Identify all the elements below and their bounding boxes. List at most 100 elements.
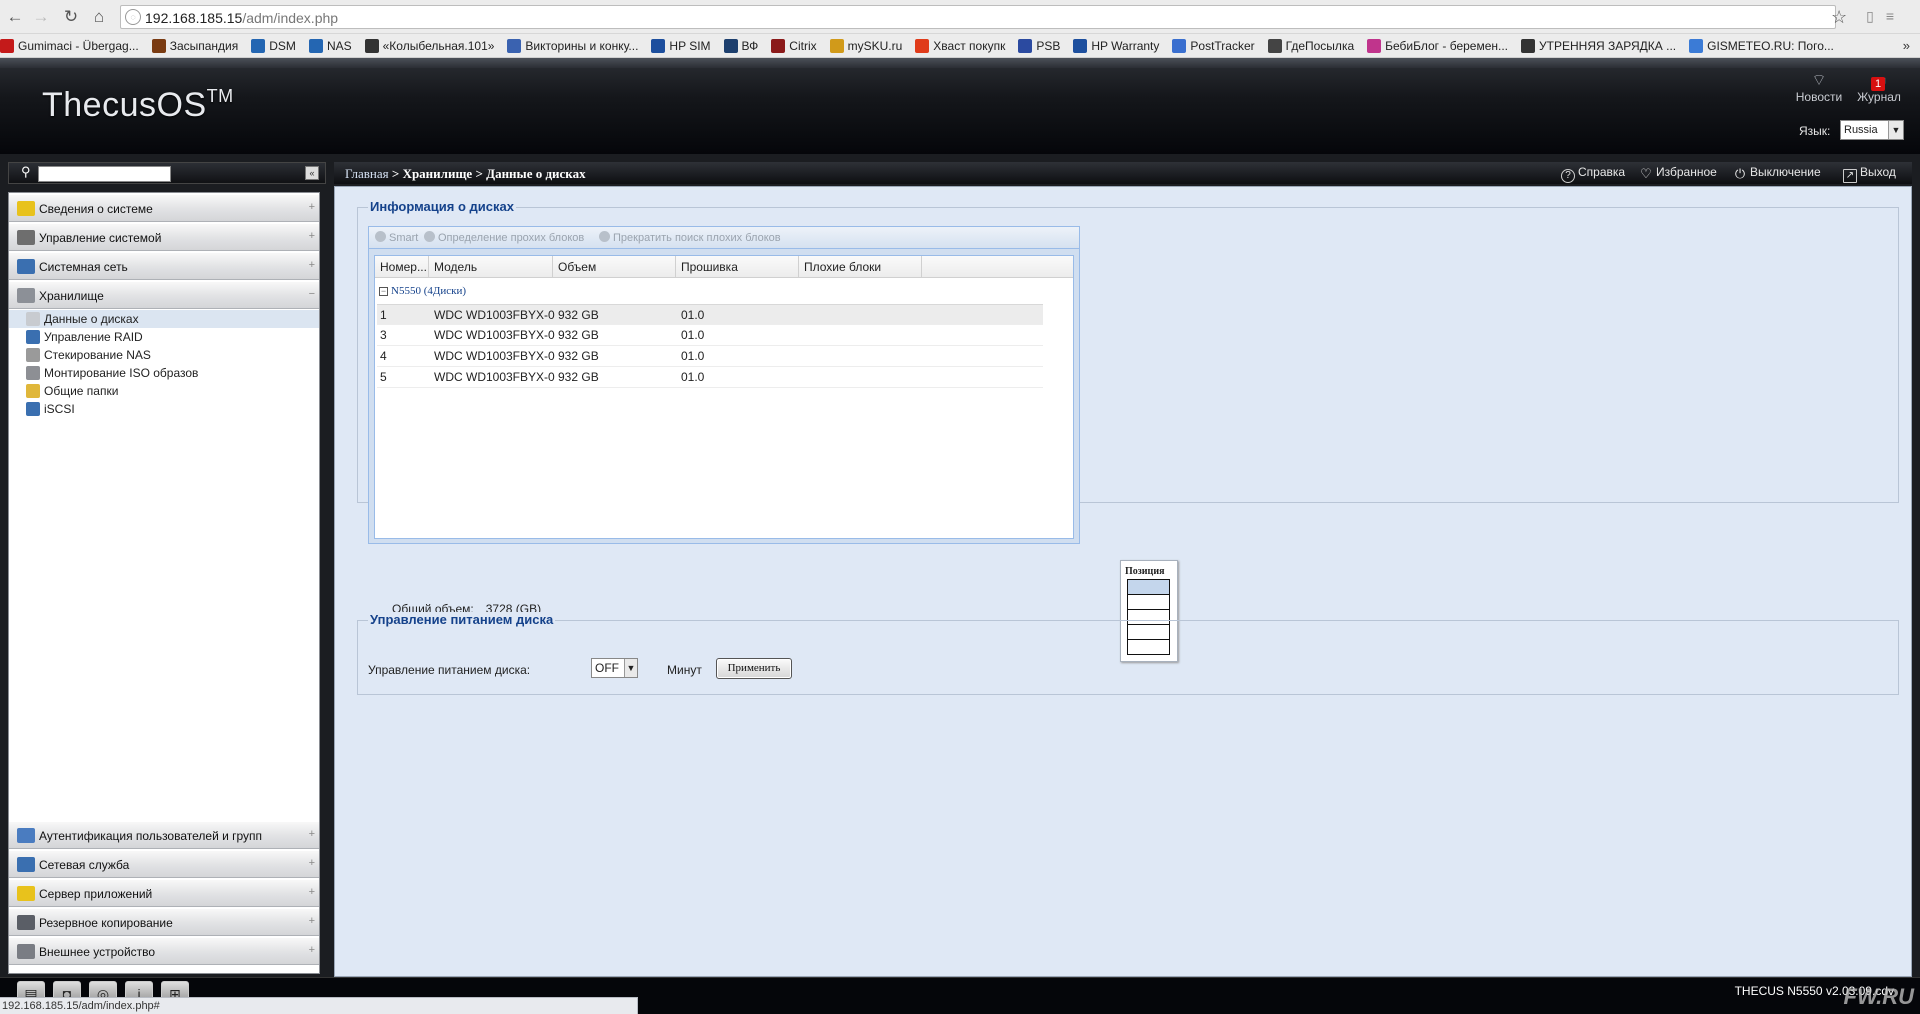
disk-cell-num: 1 [380, 308, 387, 322]
menu-category[interactable]: Управление системой + [9, 223, 319, 251]
disk-row[interactable]: 1 WDC WD1003FBYX-0 932 GB 01.0 [377, 304, 1043, 325]
bookmark-item[interactable]: mySKU.ru [829, 34, 902, 57]
power-mode-select[interactable]: OFF ▼ [591, 658, 638, 678]
stop-bad-blocks-button[interactable]: Прекратить поиск плохих блоков [599, 231, 781, 244]
menu-category[interactable]: Сведения о системе + [9, 194, 319, 222]
collapse-panel-button[interactable]: « [305, 166, 319, 180]
bookmark-favicon-icon [1172, 39, 1187, 53]
back-icon[interactable]: ← [4, 6, 26, 28]
column-header[interactable]: Плохие блоки [799, 256, 922, 278]
expand-toggle-icon[interactable]: − [309, 288, 315, 300]
language-select[interactable]: Russia ▼ [1840, 120, 1904, 140]
disk-cell-model: WDC WD1003FBYX-0 [434, 328, 555, 342]
menu-item[interactable]: Общие папки [9, 382, 319, 400]
category-icon [17, 230, 35, 245]
bookmark-item[interactable]: PSB [1018, 34, 1060, 57]
expand-toggle-icon[interactable]: + [309, 915, 315, 927]
power-panel: Управление питанием диска Управление пит… [357, 612, 1899, 695]
position-slot[interactable] [1127, 594, 1170, 610]
smart-button[interactable]: Smart [375, 231, 418, 244]
expand-toggle-icon[interactable]: + [309, 886, 315, 898]
logout-icon: ↗ [1843, 169, 1857, 183]
bookmark-item[interactable]: PostTracker [1172, 34, 1255, 57]
bookmark-star-icon[interactable]: ☆ [1831, 6, 1847, 28]
menu-search-input[interactable] [38, 166, 171, 182]
category-icon [17, 857, 35, 872]
collapse-group-icon[interactable]: − [379, 287, 388, 296]
logout-link[interactable]: ↗ Выход [1843, 165, 1896, 183]
menu-category[interactable]: Системная сеть + [9, 252, 319, 280]
news-link[interactable]: ⌔ Новости [1789, 72, 1849, 104]
position-slot[interactable] [1127, 579, 1170, 595]
menu-item[interactable]: iSCSI [9, 400, 319, 418]
bookmark-item[interactable]: БебиБлог - беремен... [1367, 34, 1508, 57]
breadcrumb-section: Хранилище [402, 166, 473, 181]
bookmark-item[interactable]: ГдеПосылка [1267, 34, 1354, 57]
expand-toggle-icon[interactable]: + [309, 857, 315, 869]
bookmark-item[interactable]: Хваст покупк [915, 34, 1005, 57]
menu-category[interactable]: Внешнее устройство + [9, 937, 319, 965]
menu-category[interactable]: Сетевая служба + [9, 850, 319, 878]
category-icon [17, 886, 35, 901]
column-header[interactable]: Модель [429, 256, 553, 278]
column-header[interactable]: Прошивка [676, 256, 799, 278]
menu-category[interactable]: Сервер приложений + [9, 879, 319, 907]
browser-extension-icons[interactable]: ▯≡ [1866, 8, 1906, 25]
shutdown-link[interactable]: ⏻ Выключение [1733, 165, 1821, 182]
bookmark-item[interactable]: HP SIM [651, 34, 711, 57]
chevron-down-icon: ▼ [624, 659, 637, 677]
bookmark-item[interactable]: HP Warranty [1073, 34, 1159, 57]
bookmark-item[interactable]: NAS [308, 34, 352, 57]
menu-item[interactable]: Данные о дисках [9, 310, 319, 328]
power-icon: ⏻ [1734, 166, 1746, 181]
bookmark-item[interactable]: DSM [251, 34, 296, 57]
menu-item[interactable]: Монтирование ISO образов [9, 364, 319, 382]
menu-category[interactable]: Хранилище − [9, 281, 319, 309]
disk-grid-container: Smart Определение прохих блоков Прекрати… [368, 226, 1080, 544]
bookmark-item[interactable]: ВФ [723, 34, 758, 57]
bookmark-item[interactable]: GISMETEO.RU: Пого... [1689, 34, 1834, 57]
disk-row[interactable]: 5 WDC WD1003FBYX-0 932 GB 01.0 [377, 367, 1043, 388]
expand-toggle-icon[interactable]: + [309, 944, 315, 956]
bookmark-item[interactable]: Gumimaci - Übergag... [0, 34, 139, 57]
help-link[interactable]: ? Справка [1561, 165, 1625, 183]
disk-row[interactable]: 3 WDC WD1003FBYX-0 932 GB 01.0 [377, 325, 1043, 346]
column-header[interactable]: Объем [553, 256, 676, 278]
forward-icon[interactable]: → [30, 6, 52, 28]
bookmarks-more-button[interactable]: » [1903, 38, 1910, 53]
bookmark-item[interactable]: Викторины и конку... [507, 34, 638, 57]
bookmark-item[interactable]: «Колыбельная.101» [364, 34, 494, 57]
menu-category[interactable]: Резервное копирование + [9, 908, 319, 936]
menu-item-icon [26, 330, 40, 344]
smart-icon [375, 231, 386, 242]
expand-toggle-icon[interactable]: + [309, 828, 315, 840]
expand-toggle-icon[interactable]: + [309, 230, 315, 242]
menu-category[interactable]: Аутентификация пользователей и групп + [9, 821, 319, 849]
bookmark-favicon-icon [723, 39, 738, 53]
bookmark-item[interactable]: Засыпандия [151, 34, 238, 57]
grid-group-row[interactable]: − N5550 (4Диски) [375, 282, 1073, 300]
disk-cell-num: 4 [380, 349, 387, 363]
breadcrumb-home[interactable]: Главная [345, 166, 389, 181]
disk-row[interactable]: 4 WDC WD1003FBYX-0 932 GB 01.0 [377, 346, 1043, 367]
disk-cell-firmware: 01.0 [681, 308, 705, 322]
menu-item-icon [26, 348, 40, 362]
column-header[interactable]: Номер... [375, 256, 429, 278]
menu-item[interactable]: Управление RAID [9, 328, 319, 346]
bookmark-favicon-icon [1073, 39, 1088, 53]
expand-toggle-icon[interactable]: + [309, 201, 315, 213]
reload-icon[interactable]: ↻ [60, 6, 82, 28]
expand-toggle-icon[interactable]: + [309, 259, 315, 271]
menu-item[interactable]: Стекирование NAS [9, 346, 319, 364]
menu-item-icon [26, 384, 40, 398]
home-icon[interactable]: ⌂ [88, 6, 110, 28]
apply-button[interactable]: Применить [716, 658, 792, 679]
address-bar[interactable]: ◌ 192.168.185.15/adm/index.php [120, 5, 1836, 29]
bookmark-item[interactable]: Citrix [771, 34, 817, 57]
category-icon [17, 201, 35, 216]
bookmark-item[interactable]: УТРЕННЯЯ ЗАРЯДКА ... [1521, 34, 1676, 57]
detect-bad-blocks-button[interactable]: Определение прохих блоков [424, 231, 584, 244]
disk-cell-firmware: 01.0 [681, 328, 705, 342]
rss-icon: ⌔ [1811, 72, 1827, 89]
favorites-link[interactable]: ♡ Избранное [1639, 165, 1717, 182]
